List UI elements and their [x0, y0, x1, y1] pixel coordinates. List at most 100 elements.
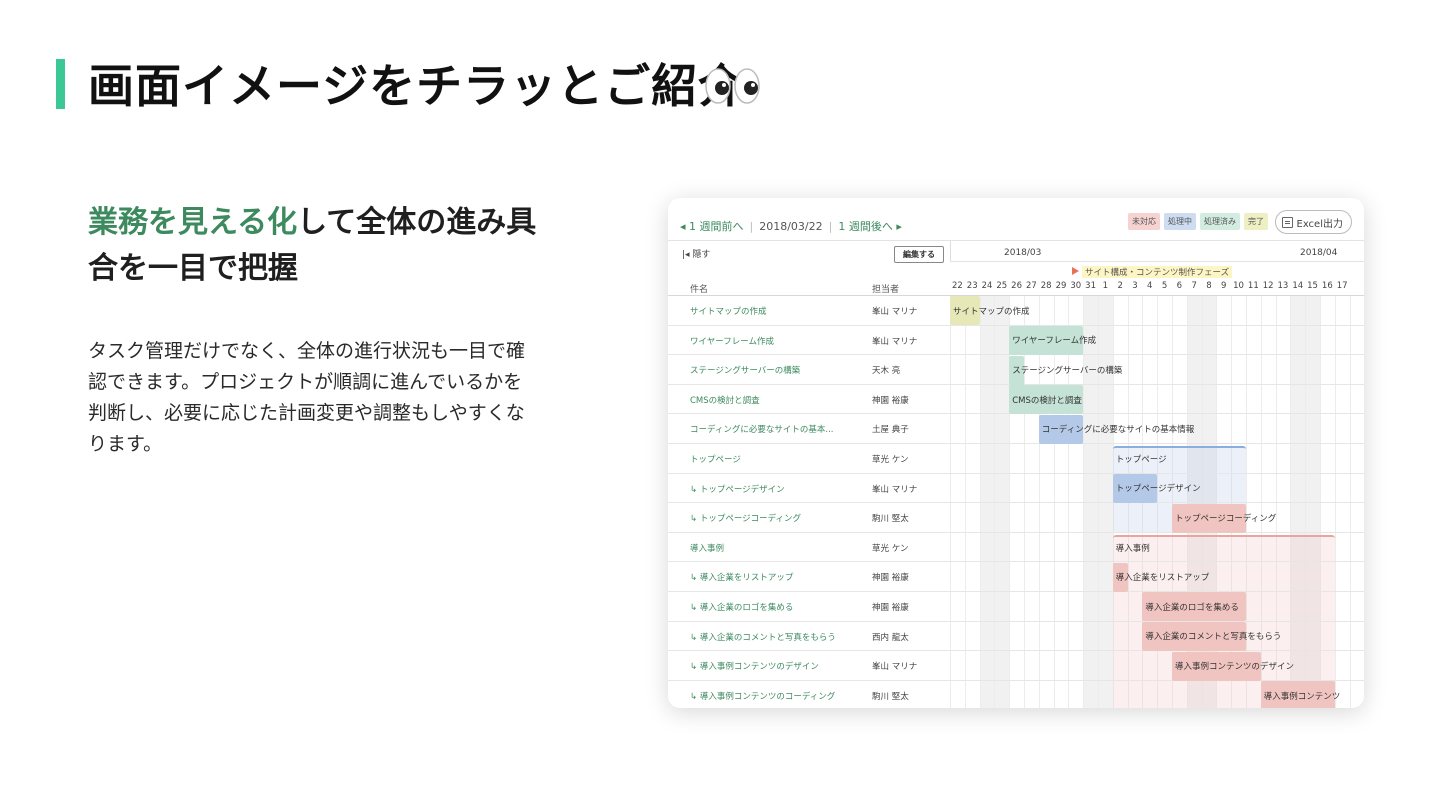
phase-label: サイト構成・コンテンツ制作フェーズ [1082, 266, 1233, 278]
task-name-link[interactable]: ↳ トップページコーディング [690, 512, 801, 524]
task-name-link[interactable]: コーディングに必要なサイトの基本... [690, 423, 834, 435]
gantt-bar-label: ステージングサーバーの構築 [1012, 366, 1123, 376]
gantt-bar-label: サイトマップの作成 [953, 306, 1030, 317]
day-label: 16 [1321, 281, 1333, 291]
day-label: 24 [981, 281, 993, 291]
day-label: 13 [1277, 281, 1289, 291]
day-label: 14 [1292, 281, 1304, 291]
task-owner: 土屋 典子 [872, 425, 909, 436]
task-owner: 西内 龍太 [872, 632, 909, 643]
task-name-link[interactable]: CMSの検討と調査 [690, 394, 760, 406]
gantt-bar-label: トップページコーディング [1175, 514, 1277, 524]
gantt-bar[interactable]: 導入事例コンテンツのデザイン [1172, 651, 1294, 681]
nav-separator: | [749, 219, 754, 233]
task-owner: 草光 ケン [872, 543, 909, 554]
task-row[interactable]: ↳ 導入事例コンテンツのコーディング 駒川 堅太 [668, 681, 1364, 708]
gantt-bar[interactable]: 導入事例 [1113, 533, 1335, 562]
gantt-bar[interactable]: トップページコーディング [1172, 503, 1276, 533]
task-name-link[interactable]: ↳ 導入企業のコメントと写真をもらう [690, 631, 836, 643]
task-name-link[interactable]: ワイヤーフレーム作成 [690, 335, 774, 347]
day-label: 15 [1307, 281, 1318, 291]
day-label: 4 [1147, 281, 1153, 291]
gantt-bar-label: CMSの検討と調査 [1012, 395, 1082, 406]
gantt-bar[interactable]: 導入企業をリストアップ [1112, 562, 1209, 592]
column-header-name: 件名 [690, 285, 709, 295]
task-name-link[interactable]: トップページ [690, 453, 741, 465]
day-label: 1 [1102, 281, 1109, 291]
task-owner: 駒川 堅太 [872, 691, 909, 702]
legend-chip: 未対応 [1128, 213, 1160, 230]
task-name-link[interactable]: ↳ 導入事例コンテンツのコーディング [690, 690, 835, 702]
flag-icon [1072, 267, 1079, 275]
day-header: 22 23 24 25 26 27 28 29 30 31 1 2 3 4 5 6 7 8 9 10 11 12 13 14 1… [950, 281, 1350, 291]
task-name-link[interactable]: ↳ 導入事例コンテンツのデザイン [690, 660, 819, 672]
feature-subtitle: 業務を見える化して全体の進み具合を一目で把握 [88, 200, 538, 292]
task-name-link[interactable]: サイトマップの作成 [690, 305, 767, 317]
month-label-march: 2018/03 [1004, 248, 1042, 258]
task-owner: 峯山 マリナ [872, 336, 918, 347]
gantt-bar-label: トップページ [1115, 454, 1167, 465]
task-row[interactable]: トップページ 草光 ケン [668, 444, 1364, 474]
task-name-link[interactable]: ↳ トップページデザイン [690, 483, 785, 495]
legend-chip: 処理済み [1200, 213, 1240, 230]
current-date: 2018/03/22 [759, 219, 823, 233]
gantt-bar[interactable]: 導入企業のコメントと写真をもらう [1142, 621, 1281, 651]
edit-button[interactable]: 編集する [894, 246, 944, 263]
gantt-toolbar: ◂ 1 週間前へ | 2018/03/22 | 1 週間後へ ▸ 未対応 処理中処… [668, 198, 1364, 238]
gantt-bar-label: 導入企業のコメントと写真をもらう [1145, 632, 1282, 643]
day-label: 17 [1336, 281, 1348, 291]
prev-week-link[interactable]: ◂ 1 週間前へ [680, 218, 744, 234]
legend-chip: 完了 [1244, 213, 1268, 230]
day-label: 8 [1206, 281, 1212, 291]
feature-description: タスク管理だけでなく、全体の進行状況も一目で確認できます。プロジェクトが順調に進… [88, 340, 526, 455]
task-row[interactable]: ↳ 導入企業をリストアップ 神園 裕康 [668, 562, 1364, 592]
day-label: 6 [1176, 281, 1183, 291]
gantt-bar[interactable]: CMSの検討と調査 [1009, 385, 1084, 415]
heading-accent-bar [56, 59, 65, 109]
next-week-link[interactable]: 1 週間後へ ▸ [838, 218, 902, 234]
gantt-bar-label: ワイヤーフレーム作成 [1012, 336, 1097, 347]
gantt-bar[interactable]: 導入企業のロゴを集める [1142, 592, 1246, 622]
spreadsheet-icon [1281, 216, 1293, 228]
task-row[interactable]: コーディングに必要なサイトの基本... 土屋 典子 [668, 414, 1364, 444]
task-owner: 峯山 マリナ [872, 484, 918, 495]
task-owner: 神園 裕康 [872, 395, 909, 406]
task-owner: 峯山 マリナ [872, 662, 918, 673]
excel-export-button[interactable]: Excel出力 [1274, 210, 1352, 234]
hide-button[interactable]: |◂ 隠す [682, 247, 710, 260]
gantt-bar[interactable]: 導入事例コンテンツ [1260, 681, 1340, 708]
day-label: 11 [1247, 281, 1259, 291]
status-legend: 未対応 処理中 処理済み 完了 [1128, 213, 1268, 230]
task-name-link[interactable]: ステージングサーバーの構築 [690, 364, 800, 376]
day-label: 10 [1233, 281, 1244, 291]
gantt-body: サイトマップの作成 峯山 マリナ サイトマップの作成 ワイヤーフレーム作成 峯山 マリナ… [668, 296, 1364, 708]
gantt-bar[interactable]: サイトマップの作成 [950, 296, 1030, 326]
task-name-link[interactable]: 導入事例 [690, 542, 724, 554]
week-navigation: ◂ 1 週間前へ | 2018/03/22 | 1 週間後へ ▸ [680, 218, 902, 234]
gantt-bar-label: 導入事例 [1115, 543, 1150, 554]
day-label: 5 [1161, 281, 1168, 291]
day-label: 26 [1011, 281, 1022, 291]
column-header-owner: 担当者 [872, 285, 900, 295]
gantt-header: |◂ 隠す 編集する 2018/03 2018/04 サイト構成・コンテンツ制作… [668, 240, 1364, 296]
task-name-link[interactable]: ↳ 導入企業をリストアップ [690, 571, 793, 583]
gantt-bar[interactable]: ワイヤーフレーム作成 [1009, 325, 1096, 355]
task-row[interactable]: ↳ 導入企業のロゴを集める 神園 裕康 [668, 592, 1364, 622]
day-label: 22 [951, 281, 963, 291]
task-owner: 神園 裕康 [872, 573, 909, 584]
task-row[interactable]: ↳ トップページデザイン 峯山 マリナ [668, 474, 1364, 504]
day-label: 30 [1070, 281, 1082, 291]
gantt-bar[interactable]: トップページデザイン [1112, 473, 1201, 503]
task-owner: 駒川 堅太 [872, 514, 909, 525]
day-label: 23 [966, 281, 978, 291]
task-owner: 天木 亮 [872, 366, 901, 377]
day-label: 29 [1055, 281, 1067, 291]
gantt-bar[interactable]: コーディングに必要なサイトの基本情報 [1038, 414, 1194, 444]
month-line [950, 261, 1364, 262]
day-label: 31 [1085, 281, 1096, 291]
gantt-bar[interactable]: ステージングサーバーの構築 [1009, 355, 1122, 385]
gantt-bar[interactable]: トップページ [1113, 444, 1246, 473]
task-name-link[interactable]: ↳ 導入企業のロゴを集める [690, 601, 793, 613]
legend-chip: 処理中 [1164, 213, 1196, 230]
hide-label: 隠す [692, 250, 711, 260]
